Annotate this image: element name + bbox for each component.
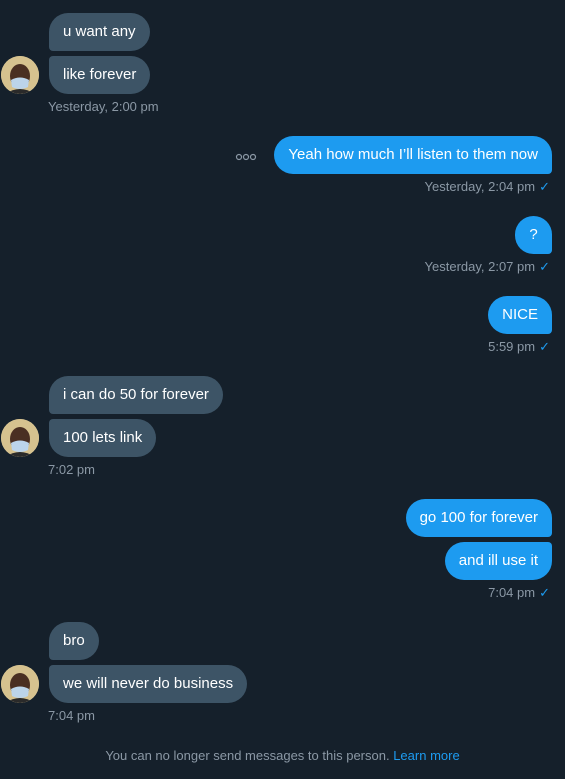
- message-bubble-incoming[interactable]: i can do 50 for forever: [49, 376, 223, 414]
- timestamp-row: Yesterday, 2:07 pm ✓: [425, 259, 550, 275]
- checkmark-icon: ✓: [539, 259, 550, 274]
- message-bubble-outgoing[interactable]: NICE: [488, 296, 552, 334]
- message-bubble-incoming[interactable]: 100 lets link: [49, 419, 157, 457]
- timestamp: Yesterday, 2:04 pm: [424, 179, 536, 194]
- checkmark-icon: ✓: [539, 585, 550, 600]
- checkmark-icon: ✓: [539, 179, 550, 194]
- timestamp: 7:04 pm: [488, 585, 536, 600]
- timestamp: Yesterday, 2:07 pm: [424, 259, 536, 274]
- message-bubble-incoming[interactable]: u want any: [49, 13, 150, 51]
- avatar-image: [1, 56, 39, 94]
- avatar-image: [1, 419, 39, 457]
- timestamp: 5:59 pm: [488, 339, 536, 354]
- checkmark-icon: ✓: [539, 339, 550, 354]
- blocked-notice: You can no longer send messages to this …: [0, 748, 565, 764]
- timestamp: Yesterday, 2:00 pm: [48, 99, 159, 114]
- avatar[interactable]: [1, 419, 39, 457]
- message-bubble-outgoing[interactable]: go 100 for forever: [405, 499, 552, 537]
- avatar[interactable]: [1, 665, 39, 703]
- timestamp-row: Yesterday, 2:04 pm ✓: [425, 179, 550, 195]
- message-bubble-incoming[interactable]: bro: [49, 622, 99, 660]
- message-bubble-outgoing[interactable]: Yeah how much I’ll listen to them now: [274, 136, 552, 174]
- timestamp: 7:02 pm: [48, 462, 95, 477]
- more-options-icon[interactable]: [235, 149, 257, 161]
- avatar[interactable]: [1, 56, 39, 94]
- avatar-image: [1, 665, 39, 703]
- conversation-view: u want any like forever Yesterday, 2:00 …: [0, 0, 565, 779]
- timestamp: 7:04 pm: [48, 708, 95, 723]
- blocked-notice-text: You can no longer send messages to this …: [105, 748, 390, 763]
- timestamp-row: 5:59 pm ✓: [488, 339, 550, 355]
- timestamp-row: 7:04 pm ✓: [488, 585, 550, 601]
- message-bubble-incoming[interactable]: we will never do business: [49, 665, 248, 703]
- learn-more-link[interactable]: Learn more: [393, 748, 459, 763]
- message-bubble-outgoing[interactable]: and ill use it: [444, 542, 552, 580]
- message-bubble-incoming[interactable]: like forever: [49, 56, 151, 94]
- message-bubble-outgoing[interactable]: ?: [515, 216, 552, 254]
